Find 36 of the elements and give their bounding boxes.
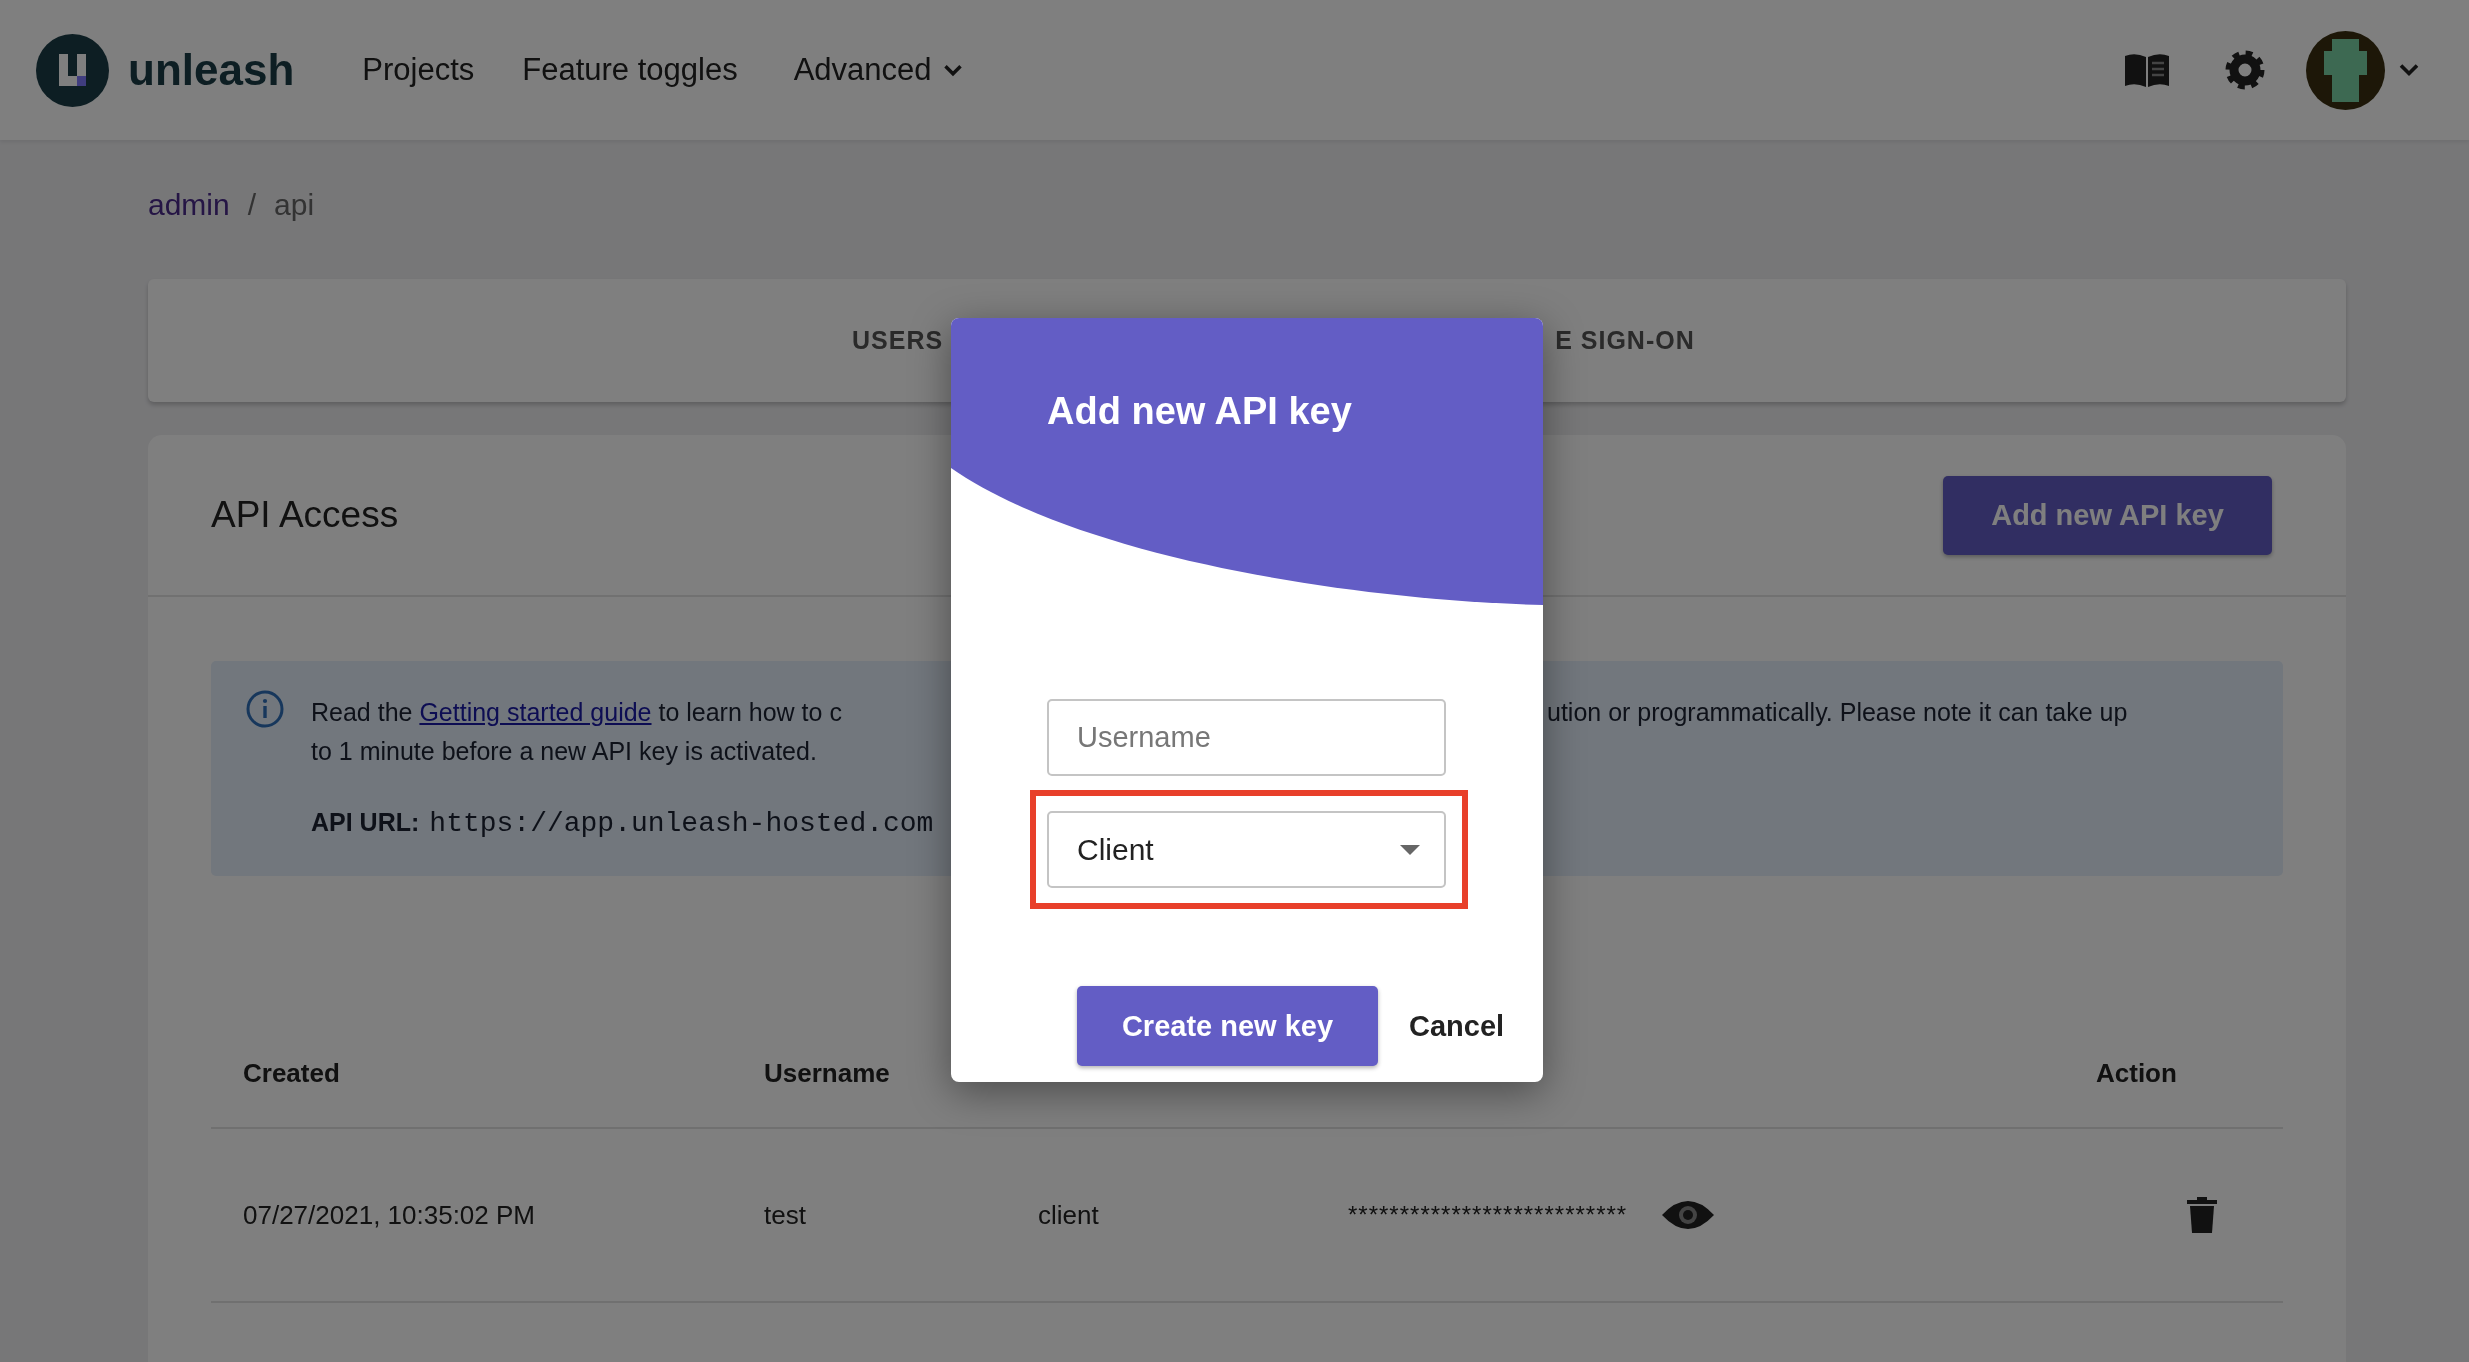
created-cell-text: 07/27/2021, 10:35:02 PM [243, 1199, 536, 1231]
info-icon [245, 689, 285, 729]
cancel-button[interactable]: Cancel [1409, 1009, 1505, 1043]
api-url: https://app.unleash-hosted.com [429, 808, 934, 839]
nav-link[interactable]: Feature toggles [522, 52, 738, 88]
column-header: Created [243, 1058, 341, 1089]
username-cell-text: test [764, 1199, 807, 1231]
secret-cell: *************************** [1348, 1201, 1628, 1229]
chevron-down-icon [941, 62, 964, 78]
chevron-down-icon[interactable] [2397, 62, 2421, 78]
dialog-title: Add new API key [1046, 389, 1353, 433]
avatar-icon[interactable] [2306, 30, 2385, 110]
info-text: ution or programmatically. Please note it can take up [1547, 697, 2128, 728]
tab[interactable]: E SIGN-ON [1555, 326, 1695, 355]
create-key-button[interactable]: Create new key [1077, 986, 1378, 1066]
breadcrumb-link[interactable]: admin [148, 188, 230, 222]
api-url-label: API URL: [311, 808, 420, 837]
brand-name[interactable]: unleash [128, 45, 295, 95]
trash-icon[interactable] [2187, 1197, 2217, 1233]
column-header: Action [2096, 1058, 2178, 1089]
caret-icon [1400, 844, 1420, 855]
nav-menu[interactable]: Advanced [793, 52, 964, 88]
tab[interactable]: USERS [852, 326, 944, 355]
add-api-key-button[interactable]: Add new API key [1943, 475, 2272, 555]
username-field[interactable]: Username [1047, 699, 1446, 776]
card-title: API Access [211, 494, 399, 536]
logo-icon[interactable] [36, 33, 109, 107]
column-header: Username [764, 1058, 891, 1089]
book-icon[interactable] [2123, 51, 2171, 89]
type-select[interactable]: Client [1047, 811, 1446, 888]
breadcrumb-separator: / [247, 188, 257, 222]
breadcrumb-current: api [274, 188, 315, 222]
nav-link[interactable]: Projects [362, 52, 475, 88]
type-cell-text: client [1038, 1199, 1100, 1231]
getting-started-link[interactable]: Getting started guide [419, 698, 652, 726]
settings-icon[interactable] [2223, 48, 2267, 92]
